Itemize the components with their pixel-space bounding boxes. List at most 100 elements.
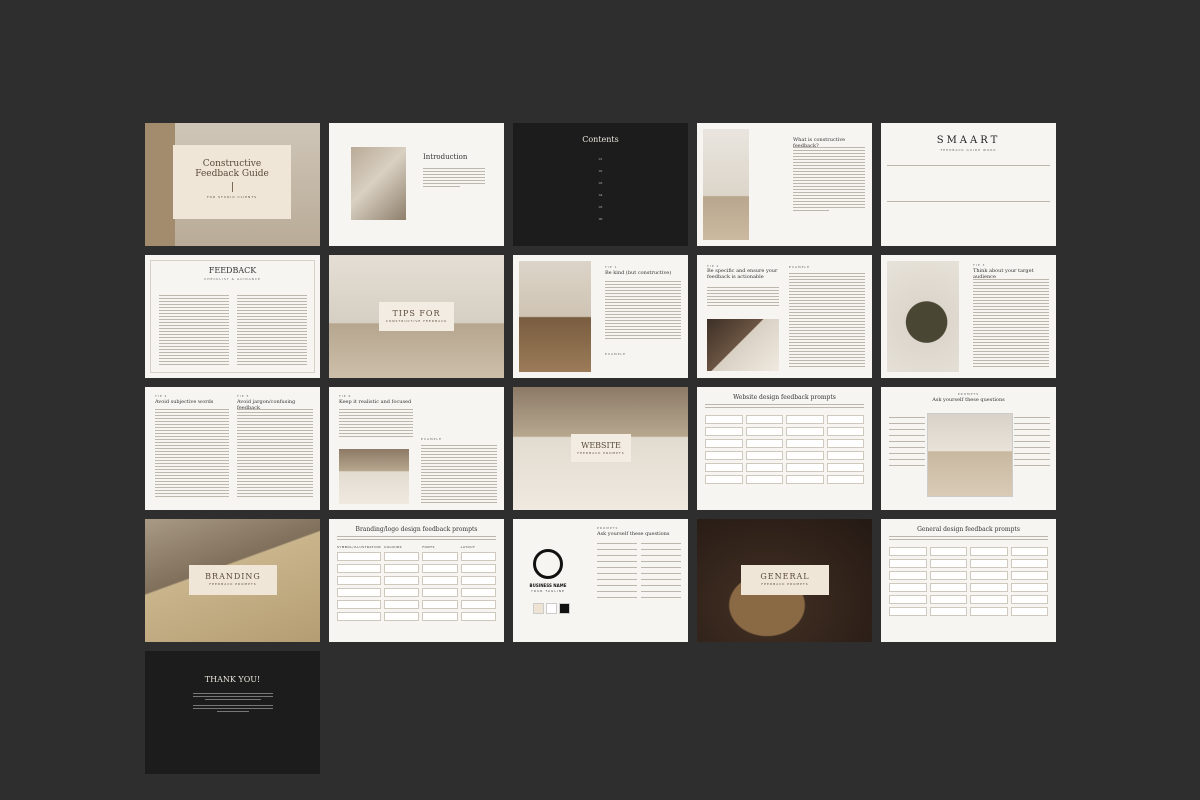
- feedback-subtitle: CHECKLIST & GUIDANCE: [204, 277, 261, 281]
- general-prompts-table: [889, 547, 1048, 616]
- slide-tips-for[interactable]: TIPS FOR CONSTRUCTIVE FEEDBACK: [329, 255, 504, 378]
- branding-subtitle: FEEDBACK PROMPTS: [209, 582, 257, 586]
- business-prompts-title: Ask yourself these questions: [597, 531, 670, 537]
- prompts-title: Ask yourself these questions: [932, 397, 1005, 403]
- contents-list: 01 02 03 04 05 06: [513, 153, 688, 225]
- slide-branding-prompts[interactable]: Branding/logo design feedback prompts SY…: [329, 519, 504, 642]
- tip5-text: [237, 409, 313, 499]
- general-subtitle: FEEDBACK PROMPTS: [761, 582, 809, 586]
- slide-business-prompts[interactable]: BUSINESS NAME YOUR TAGLINE PROMPTS Ask y…: [513, 519, 688, 642]
- cover-title: Constructive Feedback Guide: [195, 159, 269, 179]
- tips-card: TIPS FOR CONSTRUCTIVE FEEDBACK: [379, 302, 454, 331]
- contents-item: 01: [598, 157, 603, 161]
- checklist-right: [237, 295, 307, 367]
- business-name: BUSINESS NAME: [529, 583, 567, 588]
- website-prompts-table: [705, 415, 864, 484]
- contents-item: 04: [598, 193, 603, 197]
- general-prompts-intro: [889, 536, 1048, 542]
- website-subtitle: FEEDBACK PROMPTS: [577, 451, 625, 455]
- tip3-label: TIP 3: [973, 263, 986, 267]
- slide-what-is[interactable]: What is constructive feedback?: [697, 123, 872, 246]
- example-label: EXAMPLE: [789, 265, 810, 269]
- website-title: WEBSITE: [581, 441, 621, 450]
- example-label: EXAMPLE: [421, 437, 442, 441]
- armchair-photo: [887, 261, 959, 372]
- general-title: GENERAL: [760, 572, 810, 581]
- slide-general-prompts[interactable]: General design feedback prompts: [881, 519, 1056, 642]
- tip3-text: [973, 279, 1049, 369]
- smaart-title: SMAART: [936, 135, 1001, 146]
- tip1-text: [605, 281, 681, 341]
- contents-item: 03: [598, 181, 603, 185]
- intro-text: [423, 168, 485, 189]
- intro-title: Introduction: [423, 153, 468, 161]
- example-label: EXAMPLE: [605, 352, 626, 356]
- slide-contents[interactable]: Contents 01 02 03 04 05 06: [513, 123, 688, 246]
- branding-prompts-title: Branding/logo design feedback prompts: [355, 526, 478, 533]
- branding-prompts-intro: [337, 536, 496, 542]
- slide-feedback-checklist[interactable]: FEEDBACK CHECKLIST & GUIDANCE: [145, 255, 320, 378]
- slide-tip-3[interactable]: TIP 3 Think about your target audience: [881, 255, 1056, 378]
- slide-cover[interactable]: Constructive Feedback Guide FOR STUDIO C…: [145, 123, 320, 246]
- writing-photo: [707, 319, 779, 371]
- website-prompts-intro: [705, 404, 864, 410]
- slide-tip-1[interactable]: TIP 1 Be kind (but constructive) EXAMPLE: [513, 255, 688, 378]
- branding-prompts-table: SYMBOL/ILLUSTRATION COLOURS FONTS LAYOUT: [337, 545, 496, 621]
- chair-photo: [703, 129, 749, 240]
- smaart-table: [887, 165, 1050, 204]
- slide-smaart[interactable]: SMAART FEEDBACK GUIDE WORK: [881, 123, 1056, 246]
- business-logo: [533, 549, 563, 579]
- tip6-title: Keep it realistic and focused: [339, 399, 412, 405]
- slide-branding[interactable]: BRANDING FEEDBACK PROMPTS: [145, 519, 320, 642]
- slide-general[interactable]: GENERAL FEEDBACK PROMPTS: [697, 519, 872, 642]
- feedback-title: FEEDBACK: [208, 266, 257, 275]
- tip1-title: Be kind (but constructive): [605, 270, 672, 276]
- contents-title: Contents: [582, 135, 619, 144]
- tips-title: TIPS FOR: [392, 309, 441, 318]
- tip4-title: Avoid subjective words: [155, 399, 214, 405]
- tip1-label: TIP 1: [605, 265, 618, 269]
- slide-tip-6[interactable]: TIP 6 Keep it realistic and focused EXAM…: [329, 387, 504, 510]
- website-card: WEBSITE FEEDBACK PROMPTS: [571, 434, 631, 462]
- cover-card: Constructive Feedback Guide FOR STUDIO C…: [173, 145, 291, 219]
- tip5-label: TIP 5: [237, 394, 250, 398]
- tip2-title: Be specific and ensure your feedback is …: [707, 268, 778, 280]
- tip6-text: [339, 409, 413, 439]
- slide-thank-you[interactable]: THANK YOU!: [145, 651, 320, 774]
- shelf-image: [145, 123, 175, 246]
- prompts-left: [889, 417, 925, 468]
- slide-introduction[interactable]: Introduction: [329, 123, 504, 246]
- thanks-text: [193, 693, 273, 714]
- slide-tip-2[interactable]: TIP 2 Be specific and ensure your feedba…: [697, 255, 872, 378]
- website-prompts-title: Website design feedback prompts: [733, 394, 836, 401]
- business-prompts-right: [641, 543, 681, 600]
- what-is-text: [793, 147, 865, 213]
- slide-grid: Constructive Feedback Guide FOR STUDIO C…: [145, 123, 1056, 774]
- slide-prompts-website[interactable]: PROMPTS Ask yourself these questions: [881, 387, 1056, 510]
- contents-item: 02: [598, 169, 603, 173]
- swatch-white: [546, 603, 557, 614]
- business-prompts-label: PROMPTS: [597, 526, 619, 530]
- tip2-examples: [789, 273, 865, 369]
- col-header: COLOURS: [384, 545, 403, 549]
- thanks-title: THANK YOU!: [204, 675, 261, 684]
- business-tagline: YOUR TAGLINE: [531, 589, 565, 593]
- tip6-label: TIP 6: [339, 394, 352, 398]
- cover-subtitle: FOR STUDIO CLIENTS: [206, 195, 258, 199]
- tip6-examples: [421, 445, 497, 505]
- smaart-subtitle: FEEDBACK GUIDE WORK: [940, 148, 997, 152]
- slide-tip-4-5[interactable]: TIP 4 Avoid subjective words TIP 5 Avoid…: [145, 387, 320, 510]
- col-header: LAYOUT: [460, 545, 476, 549]
- desk-photo: [519, 261, 591, 372]
- tip4-label: TIP 4: [155, 394, 168, 398]
- shelf-photo: [339, 449, 409, 504]
- slide-website[interactable]: WEBSITE FEEDBACK PROMPTS: [513, 387, 688, 510]
- divider: [231, 182, 233, 192]
- prompts-label: PROMPTS: [957, 392, 980, 396]
- general-prompts-title: General design feedback prompts: [917, 526, 1020, 533]
- swatch-black: [559, 603, 570, 614]
- col-header: SYMBOL/ILLUSTRATION: [337, 545, 381, 549]
- slide-website-prompts[interactable]: Website design feedback prompts: [697, 387, 872, 510]
- checklist-left: [159, 295, 229, 367]
- business-prompts-left: [597, 543, 637, 600]
